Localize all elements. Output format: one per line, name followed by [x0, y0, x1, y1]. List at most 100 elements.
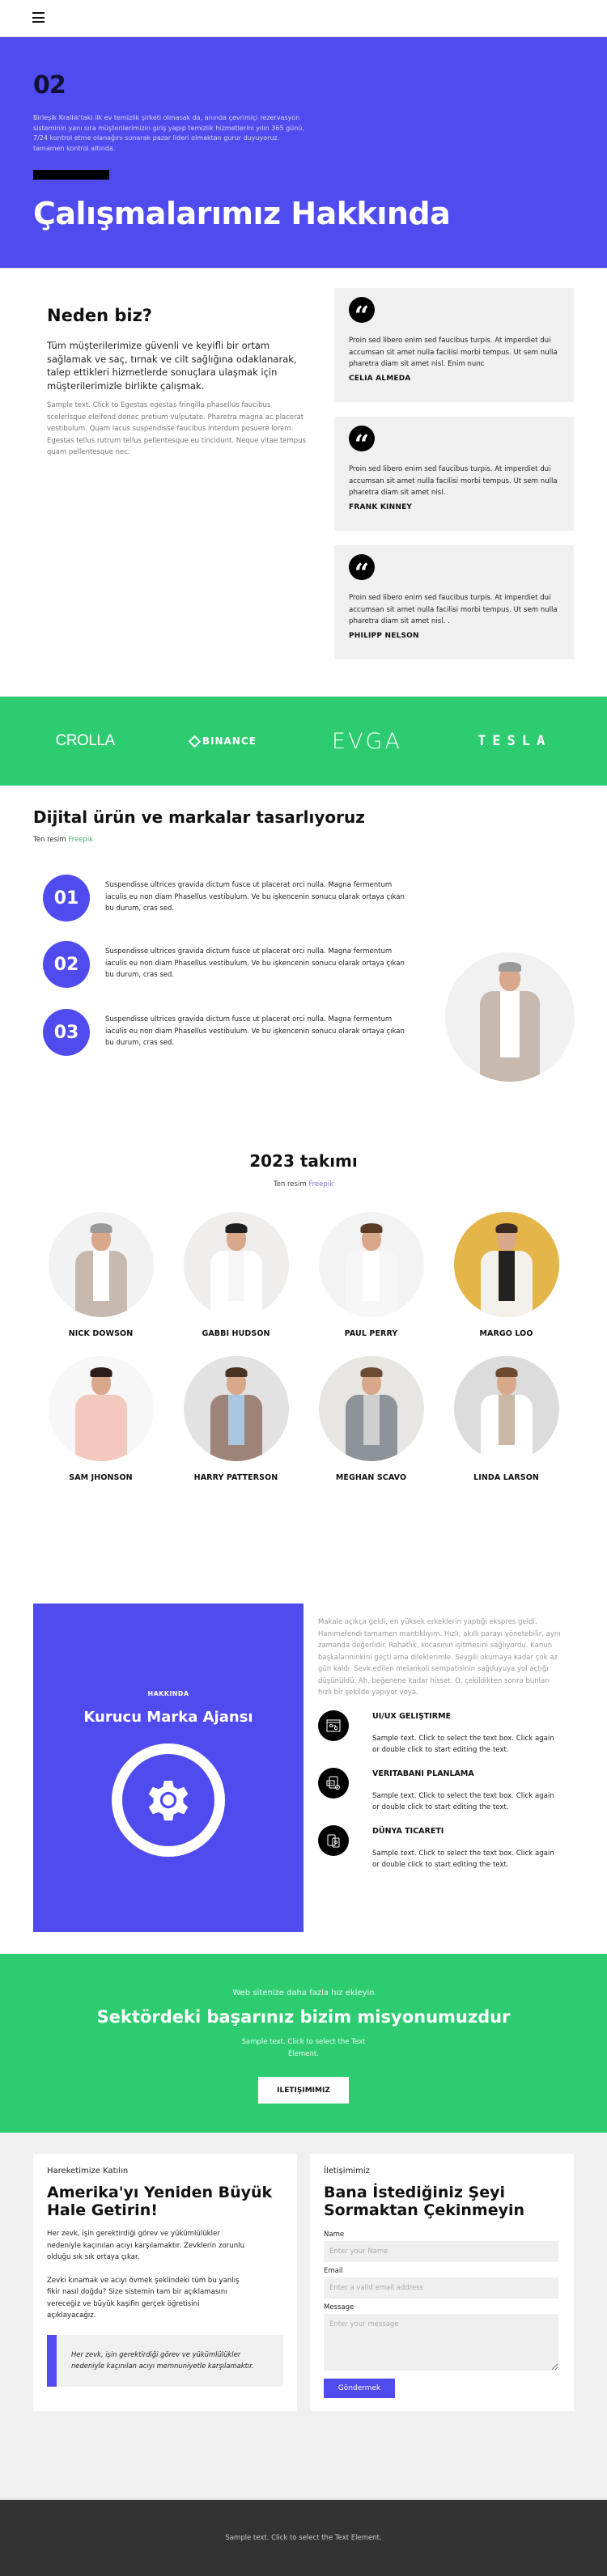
step-item: 02 Suspendisse ultrices gravida dictum f…	[43, 941, 423, 988]
team-section: 2023 takımı Ten resim Freepik NICK DOWSO…	[0, 1142, 607, 1593]
image-credit: Ten resim Freepik	[33, 836, 93, 844]
footer: Sample text. Click to select the Text El…	[0, 2498, 607, 2576]
email-input[interactable]	[324, 2277, 558, 2298]
member-name: LINDA LARSON	[473, 1473, 539, 1482]
member-name: MARGO LOO	[479, 1329, 533, 1338]
step-item: 01 Suspendisse ultrices gravida dictum f…	[43, 875, 423, 922]
name-input[interactable]	[324, 2241, 558, 2262]
member-name: MEGHAN SCAVO	[335, 1473, 407, 1482]
hamburger-menu-icon[interactable]	[32, 12, 45, 23]
email-label: Email	[324, 2267, 343, 2275]
service-title: VERITABANI PLANLAMA	[372, 1769, 474, 1778]
logo-crolla: CROLLA	[55, 732, 116, 749]
service-item: UI/UX GELIŞTIRME Sample text. Click to s…	[318, 1710, 561, 1756]
svg-text:</>: </>	[328, 1781, 333, 1785]
step-number: 01	[43, 875, 90, 922]
member-name: NICK DOWSON	[68, 1329, 134, 1338]
quote-icon: “	[349, 554, 375, 586]
testimonial-author: PHILIPP NELSON	[349, 631, 419, 640]
bottom-section: Hareketimize Katılın Amerika'yı Yeniden …	[0, 2133, 607, 2498]
join-paragraph: Her zevk, işin gerektirdiği görev ve yük…	[47, 2230, 245, 2261]
testimonial-text: Proin sed libero enim sed faucibus turpi…	[349, 594, 558, 625]
freepik-link[interactable]: Freepik	[68, 836, 93, 844]
message-label: Message	[324, 2303, 354, 2311]
member-name: HARRY PATTERSON	[193, 1473, 278, 1482]
freepik-link[interactable]: Freepik	[308, 1180, 333, 1188]
service-title: DÜNYA TICARETI	[372, 1826, 444, 1836]
cta-text: Sample text. Click to select the Text El…	[241, 2038, 366, 2058]
why-sample-text: Sample text. Click to Egestas egestas fr…	[47, 401, 307, 456]
footer-text: Sample text. Click to select the Text El…	[225, 2534, 382, 2542]
step-number: 03	[43, 1009, 90, 1056]
credit-prefix: Ten resim	[273, 1180, 307, 1188]
join-card: Hareketimize Katılın Amerika'yı Yeniden …	[33, 2154, 297, 2411]
name-label: Name	[324, 2231, 345, 2239]
why-title: Neden biz?	[47, 306, 152, 325]
member-name: SAM JHONSON	[69, 1473, 133, 1482]
logo-binance-text: BINANCE	[202, 735, 257, 747]
gear-icon	[112, 1743, 225, 1857]
contact-us-button[interactable]: ILETIŞIMIMIZ	[258, 2077, 349, 2104]
about-kicker: HAKKINDA	[147, 1690, 189, 1697]
contact-card: İletişimimiz Bana İstediğiniz Şeyi Sorma…	[310, 2154, 574, 2411]
why-lead: Tüm müşterilerimize güvenli ve keyifli b…	[47, 340, 297, 392]
join-paragraph: Zevki kınamak ve acıyı övmek şeklindeki …	[47, 2276, 240, 2320]
cta-section: Web sitenize daha fazla hız ekleyin Sekt…	[0, 1954, 607, 2133]
team-member: MARGO LOO	[439, 1212, 574, 1338]
about-section: HAKKINDA Kurucu Marka Ajansı Makale açık…	[0, 1593, 607, 1954]
quote-icon: “	[349, 426, 375, 457]
join-callout: Her zevk, işin gerektirdiği görev ve yük…	[47, 2334, 283, 2387]
logo-binance: BINANCE	[188, 735, 257, 748]
testimonial-card: “ Proin sed libero enim sed faucibus tur…	[334, 545, 574, 659]
testimonial-card: “ Proin sed libero enim sed faucibus tur…	[334, 417, 574, 531]
hero-title: Çalışmalarımız Hakkında	[33, 196, 451, 231]
service-title: UI/UX GELIŞTIRME	[372, 1711, 452, 1721]
team-member: HARRY PATTERSON	[168, 1356, 304, 1482]
testimonial-card: “ Proin sed libero enim sed faucibus tur…	[334, 288, 574, 402]
quote-icon: “	[349, 297, 375, 328]
step-text: Suspendisse ultrices gravida dictum fusc…	[105, 1015, 405, 1047]
testimonial-text: Proin sed libero enim sed faucibus turpi…	[349, 337, 558, 368]
member-photo	[453, 1212, 559, 1317]
about-card: HAKKINDA Kurucu Marka Ajansı	[33, 1604, 304, 1932]
about-title: Kurucu Marka Ajansı	[83, 1709, 253, 1726]
credit-prefix: Ten resim	[33, 836, 66, 844]
testimonial-author: FRANK KINNEY	[349, 502, 413, 511]
mobile-devices-icon	[318, 1824, 349, 1856]
service-text: Sample text. Click to select the text bo…	[372, 1849, 554, 1870]
member-photo	[318, 1212, 424, 1317]
testimonial-text: Proin sed libero enim sed faucibus turpi…	[349, 465, 558, 497]
team-member: GABBI HUDSON	[168, 1212, 304, 1338]
team-image-credit: Ten resim Freepik	[0, 1180, 607, 1188]
service-item: DÜNYA TICARETI Sample text. Click to sel…	[318, 1824, 561, 1871]
cta-kicker: Web sitenize daha fazla hız ekleyin	[232, 1989, 375, 1998]
member-name: PAUL PERRY	[344, 1329, 398, 1338]
team-member: MEGHAN SCAVO	[304, 1356, 439, 1482]
cta-title: Sektördeki başarınız bizim misyonumuzdur	[96, 2007, 511, 2027]
ui-ux-icon	[318, 1710, 349, 1741]
code-settings-icon: </>	[318, 1767, 349, 1799]
hero-number: 02	[33, 71, 66, 100]
team-grid: NICK DOWSON GABBI HUDSON PAUL PERRY MARG…	[33, 1212, 574, 1482]
team-member: SAM JHONSON	[33, 1356, 168, 1482]
testimonials: “ Proin sed libero enim sed faucibus tur…	[334, 288, 574, 674]
message-textarea[interactable]	[324, 2314, 558, 2371]
hero-divider	[33, 170, 109, 180]
top-bar	[0, 0, 607, 37]
join-title: Amerika'yı Yeniden Büyük Hale Getirin!	[47, 2184, 273, 2219]
contact-kicker: İletişimimiz	[324, 2167, 370, 2176]
step-text: Suspendisse ultrices gravida dictum fusc…	[105, 947, 405, 979]
service-text: Sample text. Click to select the text bo…	[372, 1791, 554, 1812]
service-item: </> VERITABANI PLANLAMA Sample text. Cli…	[318, 1767, 561, 1814]
submit-button[interactable]: Göndermek	[324, 2379, 395, 2398]
join-kicker: Hareketimize Katılın	[47, 2167, 129, 2176]
featured-person-photo	[445, 952, 575, 1082]
member-photo	[453, 1356, 559, 1461]
step-item: 03 Suspendisse ultrices gravida dictum f…	[43, 1009, 423, 1056]
testimonial-author: CELIA ALMEDA	[349, 374, 411, 383]
team-member: NICK DOWSON	[33, 1212, 168, 1338]
team-title: 2023 takımı	[249, 1151, 358, 1171]
hero-section: 02 Birleşik Krallık'taki ilk ev temizlik…	[0, 37, 607, 268]
step-text: Suspendisse ultrices gravida dictum fusc…	[105, 881, 405, 913]
member-photo	[183, 1212, 289, 1317]
